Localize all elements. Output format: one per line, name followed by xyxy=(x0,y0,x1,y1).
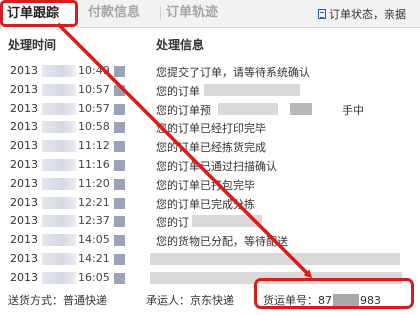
annotation-arrow xyxy=(56,22,313,279)
